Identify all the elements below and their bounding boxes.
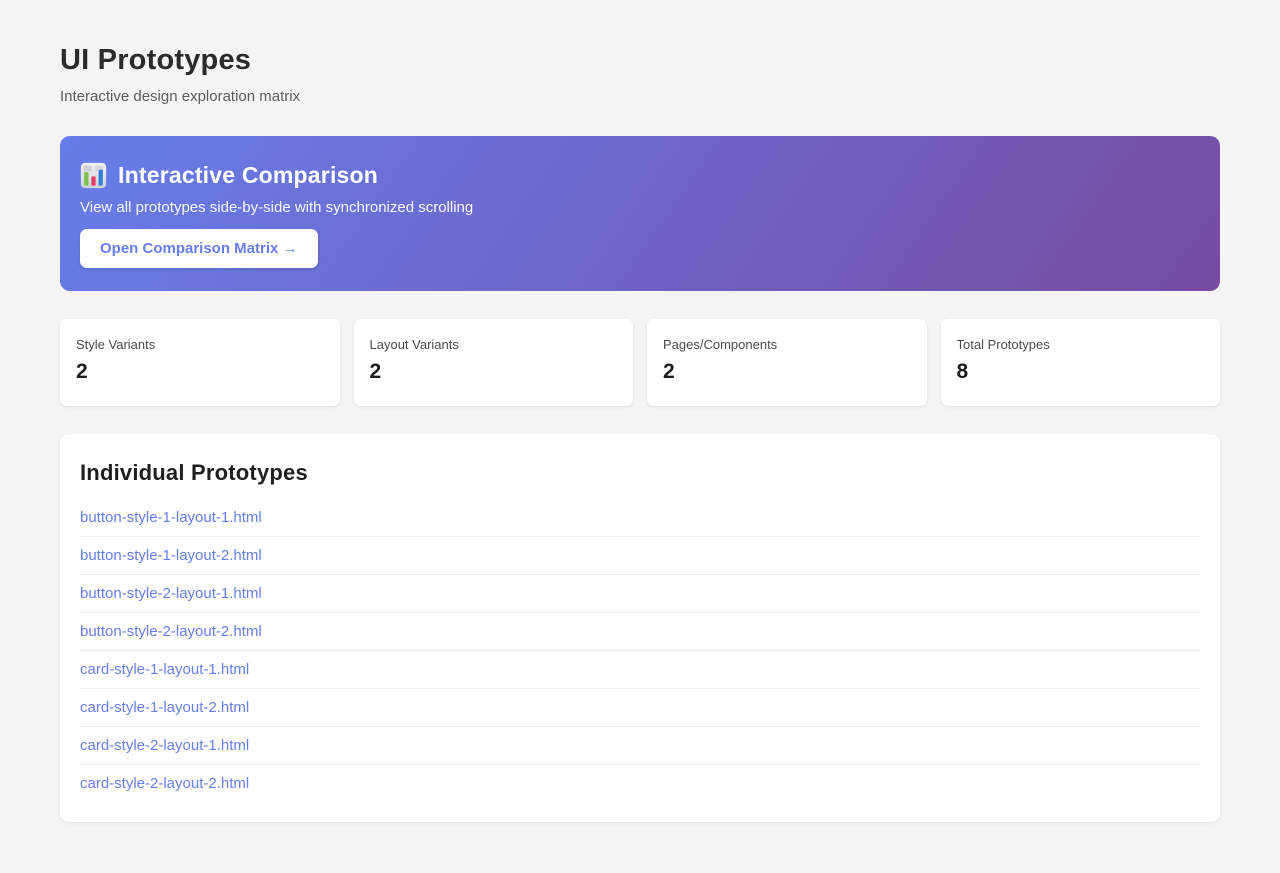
prototype-link[interactable]: card-style-1-layout-1.html <box>80 651 1200 688</box>
list-item: button-style-1-layout-2.html <box>80 537 1200 575</box>
prototype-link[interactable]: button-style-2-layout-1.html <box>80 575 1200 612</box>
prototype-link[interactable]: button-style-2-layout-2.html <box>80 613 1200 650</box>
list-item: card-style-1-layout-1.html <box>80 651 1200 689</box>
list-item: card-style-1-layout-2.html <box>80 689 1200 727</box>
stat-label: Style Variants <box>76 337 156 352</box>
banner-title: Interactive Comparison <box>118 162 379 188</box>
prototype-link[interactable]: card-style-2-layout-1.html <box>80 727 1200 764</box>
stat-label: Pages/Components <box>663 337 778 352</box>
list-item: button-style-2-layout-1.html <box>80 575 1200 613</box>
list-item: card-style-2-layout-2.html <box>80 765 1200 802</box>
banner-description: View all prototypes side-by-side with sy… <box>80 199 474 216</box>
prototype-link[interactable]: button-style-1-layout-2.html <box>80 537 1200 574</box>
stats-row: Style Variants 2 Layout Variants 2 Pages… <box>60 319 1220 406</box>
prototype-link[interactable]: button-style-1-layout-1.html <box>80 499 1200 536</box>
individual-prototypes-card: Individual Prototypes button-style-1-lay… <box>60 434 1220 822</box>
open-comparison-matrix-button[interactable]: Open Comparison Matrix → <box>80 229 318 268</box>
stat-card-pages-components: Pages/Components 2 <box>647 319 927 406</box>
stat-value: 2 <box>663 360 675 383</box>
stat-value: 8 <box>956 360 969 383</box>
individual-prototypes-heading: Individual Prototypes <box>80 460 308 485</box>
list-item: card-style-2-layout-1.html <box>80 727 1200 765</box>
prototype-list: button-style-1-layout-1.html button-styl… <box>80 499 1200 802</box>
stat-value: 2 <box>76 360 88 383</box>
prototype-link[interactable]: card-style-1-layout-2.html <box>80 689 1200 726</box>
list-item: button-style-1-layout-1.html <box>80 499 1200 537</box>
prototype-link[interactable]: card-style-2-layout-2.html <box>80 765 1200 802</box>
list-item: button-style-2-layout-2.html <box>80 613 1200 651</box>
banner-header: Interactive Comparison <box>80 162 1200 189</box>
interactive-comparison-banner: Interactive Comparison View all prototyp… <box>60 136 1220 291</box>
stat-value: 2 <box>369 360 382 383</box>
bar-chart-icon <box>80 162 107 189</box>
stat-card-style-variants: Style Variants 2 <box>60 319 340 406</box>
stat-label: Layout Variants <box>369 337 459 352</box>
stat-label: Total Prototypes <box>956 337 1050 352</box>
page-title: UI Prototypes <box>60 44 252 76</box>
stat-card-total-prototypes: Total Prototypes 8 <box>940 319 1220 406</box>
page-subtitle: Interactive design exploration matrix <box>60 88 301 105</box>
page-container: UI Prototypes Interactive design explora… <box>0 0 1280 862</box>
stat-card-layout-variants: Layout Variants 2 <box>353 319 633 406</box>
